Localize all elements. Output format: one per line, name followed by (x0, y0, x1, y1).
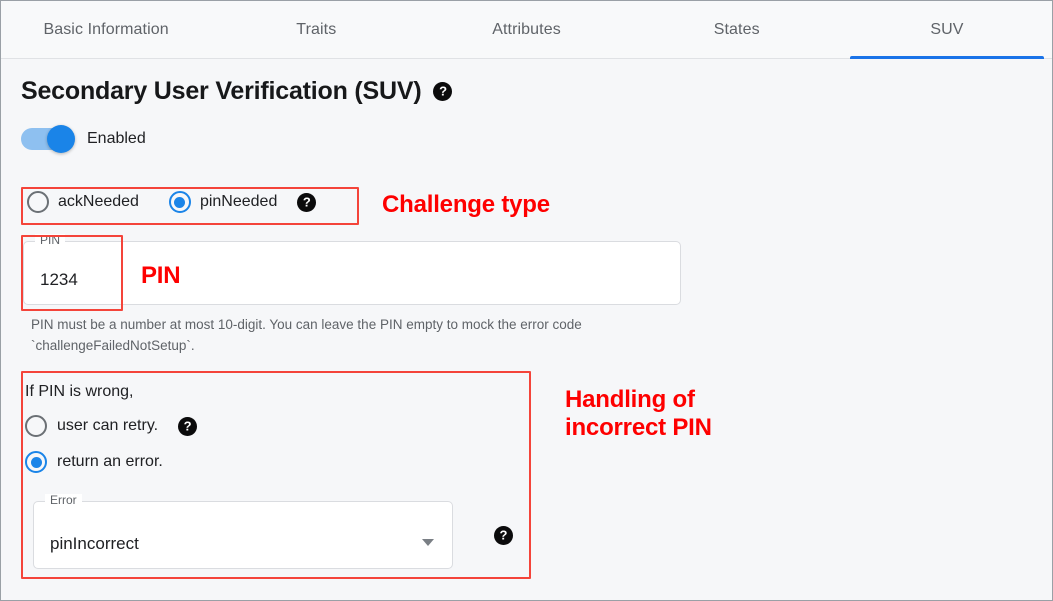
enabled-toggle-switch[interactable] (21, 125, 75, 153)
radio-return-an-error-icon[interactable] (25, 451, 47, 473)
tab-suv[interactable]: SUV (842, 1, 1052, 59)
toggle-thumb (47, 125, 75, 153)
tab-states[interactable]: States (632, 1, 842, 59)
enabled-toggle-row: Enabled (21, 125, 1032, 153)
radio-ackneeded-icon[interactable] (27, 191, 49, 213)
suv-panel: Secondary User Verification (SUV) ? Enab… (1, 77, 1052, 153)
help-icon-error-select[interactable]: ? (494, 526, 513, 545)
tab-label: SUV (930, 21, 964, 38)
tab-traits[interactable]: Traits (211, 1, 421, 59)
annotation-handling-incorrect-pin: Handling of incorrect PIN (565, 386, 712, 442)
error-select[interactable]: Error pinIncorrect (33, 494, 453, 569)
annotation-challenge-type: Challenge type (382, 191, 550, 218)
radio-pinneeded-label: pinNeeded (199, 193, 278, 210)
radio-user-can-retry-icon[interactable] (25, 415, 47, 437)
tab-label: Traits (296, 21, 337, 38)
tab-label: Attributes (492, 21, 561, 38)
radio-user-can-retry-label: user can retry. (57, 417, 159, 434)
pin-helper-text: PIN must be a number at most 10-digit. Y… (31, 317, 582, 353)
tab-basic-information[interactable]: Basic Information (1, 1, 211, 59)
radio-option-pinneeded[interactable]: pinNeeded (168, 191, 278, 213)
radio-option-return-an-error[interactable]: return an error. (25, 451, 197, 473)
pin-field-legend: PIN (35, 234, 66, 246)
radio-return-an-error-label: return an error. (57, 453, 163, 470)
help-icon-suv[interactable]: ? (433, 82, 453, 101)
page-title-text: Secondary User Verification (SUV) (21, 77, 422, 105)
error-select-legend: Error (45, 494, 82, 506)
tab-label: States (713, 21, 760, 38)
pin-input-field[interactable]: PIN 1234 (23, 234, 681, 305)
suv-settings-window: Basic Information Traits Attributes Stat… (0, 0, 1053, 601)
tab-attributes[interactable]: Attributes (421, 1, 631, 59)
annotation-pin: PIN (141, 262, 181, 289)
page-title: Secondary User Verification (SUV) ? (21, 77, 1032, 106)
help-icon-user-can-retry[interactable]: ? (178, 416, 198, 436)
radio-pinneeded-icon[interactable] (168, 191, 191, 213)
radio-option-ackneeded[interactable]: ackNeeded (27, 191, 139, 213)
tab-bar: Basic Information Traits Attributes Stat… (1, 1, 1052, 59)
pin-field-value: 1234 (40, 270, 78, 289)
enabled-toggle-label: Enabled (87, 130, 146, 147)
radio-option-user-can-retry[interactable]: user can retry. ? (25, 415, 198, 437)
wrong-pin-title: If PIN is wrong, (25, 383, 134, 400)
challenge-type-group: ackNeeded pinNeeded ? (27, 191, 317, 213)
help-icon-challenge-type[interactable]: ? (297, 192, 317, 212)
wrong-pin-group: If PIN is wrong, user can retry. ? retur… (23, 373, 198, 473)
error-select-value: pinIncorrect (50, 534, 139, 553)
tab-label: Basic Information (43, 21, 169, 38)
chevron-down-icon[interactable] (422, 539, 434, 546)
radio-ackneeded-label: ackNeeded (58, 193, 139, 210)
